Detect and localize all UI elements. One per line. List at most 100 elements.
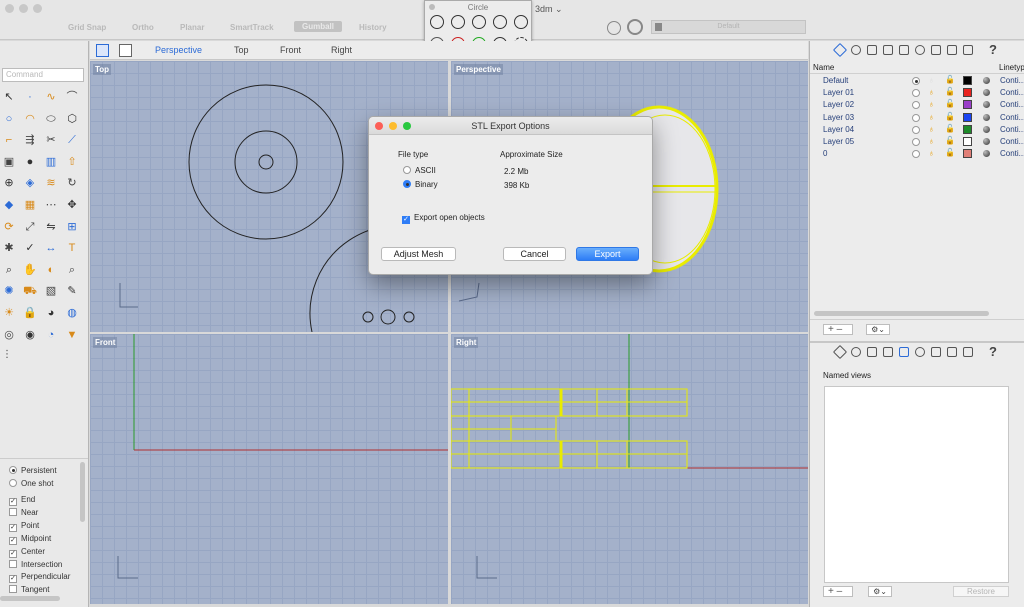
layer-row[interactable]: 0 ♁ 🔓 Conti... [810, 148, 1024, 160]
layer-color-swatch[interactable] [963, 149, 972, 159]
panel-icon[interactable] [947, 347, 957, 357]
layer-visibility-bulb-icon[interactable]: ♁ [928, 112, 935, 122]
tab-top[interactable]: Top [234, 45, 249, 55]
osnap-center-checkbox[interactable]: ✓ Center [9, 547, 45, 558]
layer-visibility-bulb-icon[interactable]: ♁ [928, 99, 935, 109]
export-button[interactable]: Export [576, 247, 639, 261]
layer-row[interactable]: Layer 02 ♁ 🔓 Conti... [810, 99, 1024, 111]
point-tool-icon[interactable]: · [23, 90, 37, 104]
display-icon[interactable] [963, 45, 973, 55]
tab-perspective[interactable]: Perspective [155, 45, 202, 55]
display-icon[interactable] [963, 347, 973, 357]
named-view-options-gear-icon[interactable]: ⚙⌄ [868, 586, 892, 597]
snap-smarttrack[interactable]: SmartTrack [230, 23, 274, 32]
sphere-tool-icon[interactable]: ● [23, 155, 37, 169]
camera-icon[interactable] [899, 347, 909, 357]
join-tool-icon[interactable]: ⊞ [65, 220, 79, 234]
check-tool-icon[interactable]: ✓ [23, 241, 37, 255]
layer-color-swatch[interactable] [963, 137, 972, 146]
layer-visibility-bulb-icon[interactable]: ♁ [928, 148, 935, 158]
osnap-tangent-checkbox[interactable]: Tangent [9, 585, 49, 594]
boolean-tool-icon[interactable]: ⊕ [2, 176, 16, 190]
pan-tool-icon[interactable]: ✋ [23, 263, 37, 277]
adjust-mesh-button[interactable]: Adjust Mesh [381, 247, 456, 261]
current-layer-radio[interactable] [912, 77, 920, 85]
current-layer-radio[interactable] [912, 101, 920, 110]
layer-linetype[interactable]: Conti... [1000, 88, 1024, 97]
arc-tool-icon[interactable]: ◠ [23, 112, 37, 126]
circle-center-radius-icon[interactable] [430, 15, 444, 29]
dialog-close-button[interactable] [375, 122, 383, 130]
offset-tool-icon[interactable]: ⇶ [23, 133, 37, 147]
tab-front[interactable]: Front [280, 45, 301, 55]
layer-lock-icon[interactable]: 🔓 [945, 75, 955, 84]
material-tool-icon[interactable]: ◔ [44, 328, 58, 342]
help-icon[interactable]: ? [989, 42, 997, 57]
osnap-intersection-checkbox[interactable]: Intersection [9, 559, 62, 569]
binary-radio[interactable]: Binary [403, 180, 438, 189]
current-layer-radio[interactable] [912, 125, 920, 134]
layer-row[interactable]: Layer 04 ♁ 🔓 Conti... [810, 124, 1024, 136]
lock-tool-icon[interactable]: 🔒 [23, 306, 37, 320]
export-open-objects-checkbox[interactable]: ✓ Export open objects [402, 213, 485, 224]
layer-lock-icon[interactable]: 🔓 [945, 136, 955, 145]
osnap-midpoint-checkbox[interactable]: ✓ Midpoint [9, 534, 51, 545]
help-icon[interactable]: ? [989, 344, 997, 359]
ascii-radio[interactable]: ASCII [403, 166, 436, 175]
panel-icon[interactable] [947, 45, 957, 55]
layer-color-swatch[interactable] [963, 100, 972, 110]
layer-linetype[interactable]: Conti... [1000, 113, 1024, 122]
object-icon[interactable] [883, 347, 893, 357]
osnap-oneshot-option[interactable]: One shot [9, 479, 53, 488]
layer-material-icon[interactable] [983, 150, 990, 158]
surface-tool-icon[interactable]: ◈ [23, 176, 37, 190]
dialog-zoom-button[interactable] [403, 122, 411, 130]
texture-tool-icon[interactable]: ▧ [44, 284, 58, 298]
layers-icon[interactable] [832, 42, 848, 58]
camera-icon[interactable] [899, 45, 909, 55]
current-layer-radio[interactable] [912, 113, 920, 122]
snap-planar[interactable]: Planar [180, 23, 204, 32]
current-layer-radio[interactable] [912, 138, 920, 146]
light-tool-icon[interactable]: ✺ [2, 284, 16, 298]
viewport-front[interactable]: Front [90, 334, 448, 604]
snap-ortho[interactable]: Ortho [132, 23, 154, 32]
close-window-button[interactable] [5, 4, 14, 13]
mirror-tool-icon[interactable]: ⇋ [44, 220, 58, 234]
display-mode-icon[interactable] [627, 19, 643, 35]
layer-lock-icon[interactable]: 🔓 [945, 87, 955, 96]
dialog-minimize-button[interactable] [389, 122, 397, 130]
render-icon[interactable] [915, 45, 925, 55]
snap-grid-snap[interactable]: Grid Snap [68, 23, 106, 32]
circle-around-curve-icon[interactable] [514, 15, 528, 29]
layer-visibility-bulb-icon[interactable]: ♁ [928, 87, 935, 97]
current-layer-radio[interactable] [912, 150, 920, 159]
flag-tool-icon[interactable]: ▼ [65, 328, 79, 342]
revolve-tool-icon[interactable]: ↻ [65, 176, 79, 190]
notes-icon[interactable] [931, 347, 941, 357]
layer-lock-icon[interactable]: 🔓 [945, 112, 955, 121]
trim-tool-icon[interactable]: ✂ [44, 133, 58, 147]
cylinder-tool-icon[interactable]: ▥ [44, 155, 58, 169]
snap-gumball[interactable]: Gumball [294, 21, 343, 32]
single-view-layout-icon[interactable] [119, 44, 132, 57]
mesh-tool-icon[interactable]: ▦ [23, 198, 37, 212]
split-tool-icon[interactable]: ⟋ [65, 133, 79, 147]
tab-right[interactable]: Right [331, 45, 352, 55]
layer-visibility-bulb-icon[interactable]: ♁ [928, 136, 935, 146]
more-tools-icon[interactable]: ⋮ [2, 349, 16, 363]
bulb-tool-icon[interactable]: ☀ [2, 306, 16, 320]
layer-material-icon[interactable] [983, 77, 990, 84]
scale-tool-icon[interactable]: ⤢ [23, 220, 37, 234]
layer-lock-icon[interactable]: 🔓 [945, 99, 955, 108]
layer-material-icon[interactable] [983, 113, 990, 121]
circle-tangent-icon[interactable] [493, 15, 507, 29]
layer-linetype[interactable]: Conti... [1000, 100, 1024, 109]
view-tool-icon[interactable]: ◎ [2, 328, 16, 342]
select-tool-icon[interactable]: ↖ [2, 90, 16, 104]
add-layer-button[interactable]: + – [823, 324, 853, 335]
layer-linetype[interactable]: Conti... [1000, 149, 1024, 158]
layer-options-gear-icon[interactable]: ⚙⌄ [866, 324, 890, 335]
curve-tool-icon[interactable]: ⌒ [65, 90, 79, 104]
car-tool-icon[interactable]: ⛟ [23, 284, 37, 298]
